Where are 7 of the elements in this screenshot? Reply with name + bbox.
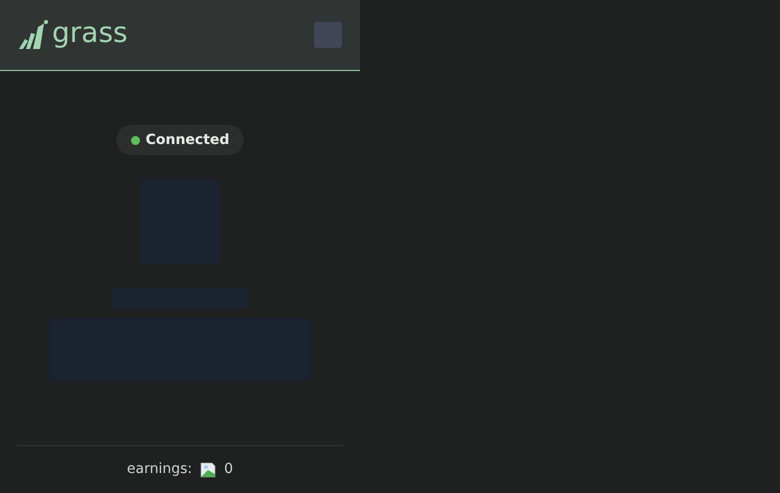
leaf-logo-icon: [18, 19, 48, 51]
logo-text: grass: [52, 19, 128, 51]
earnings-value: 0: [224, 460, 234, 479]
broken-image-icon: [200, 462, 216, 478]
menu-button[interactable]: [314, 22, 342, 48]
earnings-label: earnings:: [126, 460, 192, 479]
status-label: Connected: [146, 130, 230, 150]
